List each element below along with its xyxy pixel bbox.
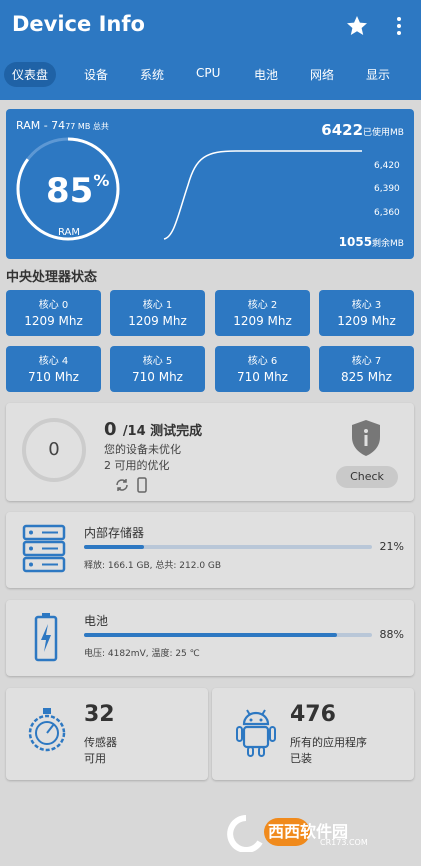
test-progress-text: 0 /14 测试完成 bbox=[104, 419, 202, 440]
core-card-6[interactable]: 核心 6 710 Mhz bbox=[215, 346, 310, 392]
test-available-line: 2 可用的优化 bbox=[104, 459, 170, 472]
core-name: 核心 2 bbox=[247, 300, 278, 311]
core-freq: 1209 Mhz bbox=[233, 314, 292, 328]
sensors-status: 可用 bbox=[84, 752, 106, 765]
core-card-2[interactable]: 核心 2 1209 Mhz bbox=[215, 290, 310, 336]
ram-total-prefix: RAM - 74 bbox=[16, 119, 66, 132]
core-freq: 710 Mhz bbox=[237, 370, 288, 384]
ram-free-value: 1055 bbox=[338, 235, 373, 249]
sensors-card[interactable]: 32 传感器 可用 bbox=[6, 688, 208, 780]
storage-detail: 释放: 166.1 GB, 总共: 212.0 GB bbox=[84, 561, 222, 571]
storage-title: 内部存储器 bbox=[84, 526, 145, 540]
ram-used: 6422已使用MB bbox=[321, 121, 404, 139]
app-title: Device Info bbox=[12, 12, 145, 36]
battery-charging-icon bbox=[34, 613, 58, 662]
tab-dashboard[interactable]: 仪表盘 bbox=[4, 62, 57, 87]
optimization-card[interactable]: 0 0 /14 测试完成 您的设备未优化 2 可用的优化 Check bbox=[6, 403, 414, 501]
sensors-count: 32 bbox=[84, 702, 115, 727]
battery-progress-fill bbox=[84, 633, 338, 637]
test-count: 0 bbox=[104, 419, 117, 440]
core-card-4[interactable]: 核心 4 710 Mhz bbox=[6, 346, 101, 392]
tab-device[interactable]: 设备 bbox=[84, 66, 108, 83]
ram-used-value: 6422 bbox=[321, 121, 364, 139]
core-name: 核心 4 bbox=[38, 356, 69, 367]
ram-free-unit: 剩余MB bbox=[372, 239, 404, 249]
battery-card[interactable]: 电池 88% 电压: 4182mV, 温度: 25 ℃ bbox=[6, 600, 414, 676]
shield-info-icon bbox=[352, 420, 380, 456]
core-name: 核心 7 bbox=[351, 356, 382, 367]
ram-free: 1055剩余MB bbox=[339, 235, 404, 249]
test-status-line: 您的设备未优化 bbox=[104, 443, 181, 456]
core-freq: 1209 Mhz bbox=[24, 314, 83, 328]
refresh-phone-icons bbox=[116, 477, 147, 493]
tab-cpu[interactable]: CPU bbox=[196, 66, 220, 80]
app-bar: Device Info bbox=[0, 0, 421, 52]
test-count-rest: /14 测试完成 bbox=[122, 424, 203, 439]
storage-card[interactable]: 内部存储器 21% 释放: 166.1 GB, 总共: 212.0 GB bbox=[6, 512, 414, 588]
tab-system[interactable]: 系统 bbox=[140, 66, 164, 83]
core-freq: 1209 Mhz bbox=[337, 314, 396, 328]
storage-progress-track bbox=[84, 545, 372, 549]
core-name: 核心 6 bbox=[247, 356, 278, 367]
ram-percent: 85% bbox=[46, 171, 109, 211]
cpu-section-title: 中央处理器状态 bbox=[6, 270, 98, 285]
core-freq: 710 Mhz bbox=[28, 370, 79, 384]
star-icon[interactable] bbox=[345, 14, 369, 38]
tab-bar: 仪表盘 设备 系统 CPU 电池 网络 显示 bbox=[0, 52, 421, 100]
core-card-7[interactable]: 核心 7 825 Mhz bbox=[319, 346, 414, 392]
apps-status: 已装 bbox=[290, 752, 312, 765]
android-icon bbox=[236, 709, 276, 757]
storage-server-icon bbox=[22, 524, 66, 573]
tab-network[interactable]: 网络 bbox=[310, 66, 334, 83]
core-card-1[interactable]: 核心 1 1209 Mhz bbox=[110, 290, 205, 336]
battery-title: 电池 bbox=[84, 614, 109, 628]
storage-percent: 21% bbox=[379, 540, 404, 553]
core-card-3[interactable]: 核心 3 1209 Mhz bbox=[319, 290, 414, 336]
apps-count: 476 bbox=[290, 702, 336, 727]
check-button[interactable]: Check bbox=[336, 466, 398, 488]
core-freq: 1209 Mhz bbox=[128, 314, 187, 328]
tab-display[interactable]: 显示 bbox=[366, 66, 390, 83]
apps-card[interactable]: 476 所有的应用程序 已装 bbox=[212, 688, 414, 780]
sensors-label: 传感器 bbox=[84, 736, 117, 749]
core-name: 核心 1 bbox=[142, 300, 173, 311]
ram-percent-sign: % bbox=[93, 171, 110, 190]
core-name: 核心 3 bbox=[351, 300, 382, 311]
sensor-icon bbox=[28, 708, 66, 752]
test-progress-circle: 0 bbox=[22, 418, 86, 482]
ram-tick-3: 6,360 bbox=[374, 208, 400, 218]
ram-gauge-label: RAM bbox=[58, 227, 81, 238]
ram-card[interactable]: RAM - 7477 MB 总共 6422已使用MB 85% RAM 6,420… bbox=[6, 109, 414, 259]
core-name: 核心 5 bbox=[142, 356, 173, 367]
battery-progress-track bbox=[84, 633, 372, 637]
watermark-url: CR173.COM bbox=[320, 838, 368, 847]
more-options-icon[interactable] bbox=[391, 14, 407, 38]
core-freq: 825 Mhz bbox=[341, 370, 392, 384]
core-name: 核心 0 bbox=[38, 300, 69, 311]
core-freq: 710 Mhz bbox=[132, 370, 183, 384]
ram-total-label: RAM - 7477 MB 总共 bbox=[16, 119, 109, 132]
core-card-5[interactable]: 核心 5 710 Mhz bbox=[110, 346, 205, 392]
ram-tick-1: 6,420 bbox=[374, 161, 400, 171]
apps-label: 所有的应用程序 bbox=[290, 736, 367, 749]
battery-percent: 88% bbox=[379, 628, 404, 641]
ram-usage-line bbox=[163, 150, 362, 240]
battery-detail: 电压: 4182mV, 温度: 25 ℃ bbox=[84, 649, 200, 659]
core-card-0[interactable]: 核心 0 1209 Mhz bbox=[6, 290, 101, 336]
storage-progress-fill bbox=[84, 545, 145, 549]
ram-percent-value: 85 bbox=[46, 171, 94, 211]
ram-used-unit: 已使用MB bbox=[363, 128, 404, 138]
tab-battery[interactable]: 电池 bbox=[254, 66, 278, 83]
ram-tick-2: 6,390 bbox=[374, 184, 400, 194]
ram-total-suffix: 77 MB 总共 bbox=[65, 122, 109, 131]
